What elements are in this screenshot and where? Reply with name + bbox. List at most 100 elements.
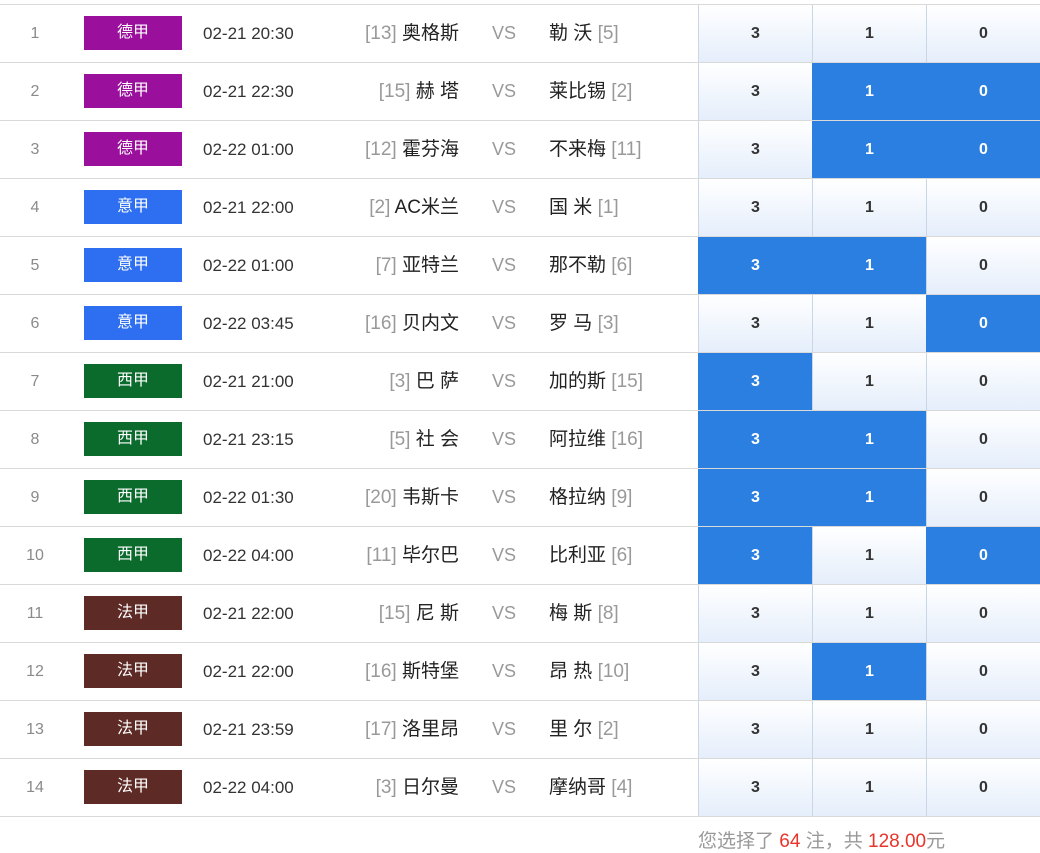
option-draw-button[interactable]: 1: [812, 701, 926, 758]
home-team: [13] 奥格斯: [320, 5, 459, 62]
option-loss-button[interactable]: 0: [926, 759, 1040, 816]
option-loss-button[interactable]: 0: [926, 411, 1040, 468]
option-win-button[interactable]: 3: [698, 179, 812, 236]
match-row: 7 西甲 02-21 21:00 [3] 巴 萨 VS 加的斯 [15] 3 1 0: [0, 353, 1040, 411]
option-loss-button[interactable]: 0: [926, 469, 1040, 526]
option-draw-button[interactable]: 1: [812, 585, 926, 642]
away-rank: [1]: [597, 197, 619, 218]
home-team-name: 尼 斯: [415, 603, 459, 624]
option-win-button[interactable]: 3: [698, 237, 812, 294]
league-badge: 德甲: [84, 132, 182, 166]
away-rank: [5]: [597, 23, 619, 44]
option-draw-button[interactable]: 1: [812, 237, 926, 294]
vs-label: VS: [491, 371, 516, 391]
league-badge: 意甲: [84, 190, 182, 224]
away-rank: [8]: [597, 603, 619, 624]
away-team: 里 尔 [2]: [549, 701, 689, 758]
match-number: 9: [30, 489, 40, 506]
away-team: 莱比锡 [2]: [549, 63, 689, 120]
option-draw-button[interactable]: 1: [812, 759, 926, 816]
vs-label: VS: [491, 23, 516, 43]
option-loss-button[interactable]: 0: [926, 179, 1040, 236]
home-team-name: 亚特兰: [401, 255, 459, 276]
option-loss-button[interactable]: 0: [926, 295, 1040, 352]
option-loss-button[interactable]: 0: [926, 701, 1040, 758]
home-team: [12] 霍芬海: [320, 121, 459, 178]
match-number: 10: [26, 547, 44, 564]
option-loss-button[interactable]: 0: [926, 237, 1040, 294]
option-win-button[interactable]: 3: [698, 121, 812, 178]
away-rank: [16]: [611, 429, 643, 450]
home-team: [15] 尼 斯: [320, 585, 459, 642]
away-team-name: 莱比锡: [549, 81, 607, 102]
vs-label: VS: [491, 661, 516, 681]
option-draw-button[interactable]: 1: [812, 121, 926, 178]
option-draw-button[interactable]: 1: [812, 179, 926, 236]
match-number: 3: [30, 141, 40, 158]
home-team-name: 毕尔巴: [401, 545, 459, 566]
league-badge: 西甲: [84, 364, 182, 398]
home-rank: [12]: [365, 139, 397, 160]
match-row: 2 德甲 02-21 22:30 [15] 赫 塔 VS 莱比锡 [2] 3 1 0: [0, 63, 1040, 121]
option-draw-button[interactable]: 1: [812, 469, 926, 526]
option-win-button[interactable]: 3: [698, 295, 812, 352]
league-badge: 法甲: [84, 712, 182, 746]
summary-middle: 注，共: [805, 831, 863, 852]
option-draw-button[interactable]: 1: [812, 353, 926, 410]
home-rank: [17]: [365, 719, 397, 740]
option-win-button[interactable]: 3: [698, 701, 812, 758]
option-loss-button[interactable]: 0: [926, 643, 1040, 700]
vs-label: VS: [491, 603, 516, 623]
league-badge: 德甲: [84, 16, 182, 50]
home-team: [3] 日尔曼: [320, 759, 459, 816]
match-row: 3 德甲 02-22 01:00 [12] 霍芬海 VS 不来梅 [11] 3 1 0: [0, 121, 1040, 179]
match-number: 5: [30, 257, 40, 274]
option-loss-button[interactable]: 0: [926, 5, 1040, 62]
vs-label: VS: [491, 545, 516, 565]
option-win-button[interactable]: 3: [698, 585, 812, 642]
option-draw-button[interactable]: 1: [812, 411, 926, 468]
option-loss-button[interactable]: 0: [926, 353, 1040, 410]
option-win-button[interactable]: 3: [698, 469, 812, 526]
home-team: [16] 斯特堡: [320, 643, 459, 700]
option-loss-button[interactable]: 0: [926, 63, 1040, 120]
home-rank: [15]: [378, 81, 411, 102]
option-win-button[interactable]: 3: [698, 63, 812, 120]
away-team: 那不勒 [6]: [549, 237, 689, 294]
vs-label: VS: [491, 429, 516, 449]
away-team: 罗 马 [3]: [549, 295, 689, 352]
option-loss-button[interactable]: 0: [926, 121, 1040, 178]
option-draw-button[interactable]: 1: [812, 295, 926, 352]
option-draw-button[interactable]: 1: [812, 63, 926, 120]
option-draw-button[interactable]: 1: [812, 5, 926, 62]
option-win-button[interactable]: 3: [698, 527, 812, 584]
home-rank: [16]: [365, 313, 397, 334]
home-team-name: 霍芬海: [401, 139, 459, 160]
option-loss-button[interactable]: 0: [926, 527, 1040, 584]
bet-count: 64: [779, 831, 801, 852]
option-win-button[interactable]: 3: [698, 411, 812, 468]
option-win-button[interactable]: 3: [698, 759, 812, 816]
option-win-button[interactable]: 3: [698, 5, 812, 62]
total-amount: 128.00: [868, 831, 927, 852]
option-win-button[interactable]: 3: [698, 643, 812, 700]
away-team-name: 梅 斯: [549, 603, 593, 624]
option-draw-button[interactable]: 1: [812, 527, 926, 584]
home-team: [20] 韦斯卡: [320, 469, 459, 526]
home-rank: [15]: [378, 603, 411, 624]
vs-label: VS: [491, 81, 516, 101]
option-win-button[interactable]: 3: [698, 353, 812, 410]
match-number: 8: [30, 431, 40, 448]
match-number: 11: [26, 605, 44, 622]
home-rank: [2]: [369, 197, 391, 218]
summary-suffix: 元: [926, 831, 946, 852]
option-draw-button[interactable]: 1: [812, 643, 926, 700]
away-team-name: 阿拉维: [549, 429, 607, 450]
home-rank: [16]: [365, 661, 397, 682]
home-team-name: 贝内文: [401, 313, 459, 334]
option-loss-button[interactable]: 0: [926, 585, 1040, 642]
away-team: 摩纳哥 [4]: [549, 759, 689, 816]
match-row: 14 法甲 02-22 04:00 [3] 日尔曼 VS 摩纳哥 [4] 3 1 0: [0, 759, 1040, 817]
league-badge: 西甲: [84, 538, 182, 572]
match-row: 4 意甲 02-21 22:00 [2] AC米兰 VS 国 米 [1] 3 1 0: [0, 179, 1040, 237]
